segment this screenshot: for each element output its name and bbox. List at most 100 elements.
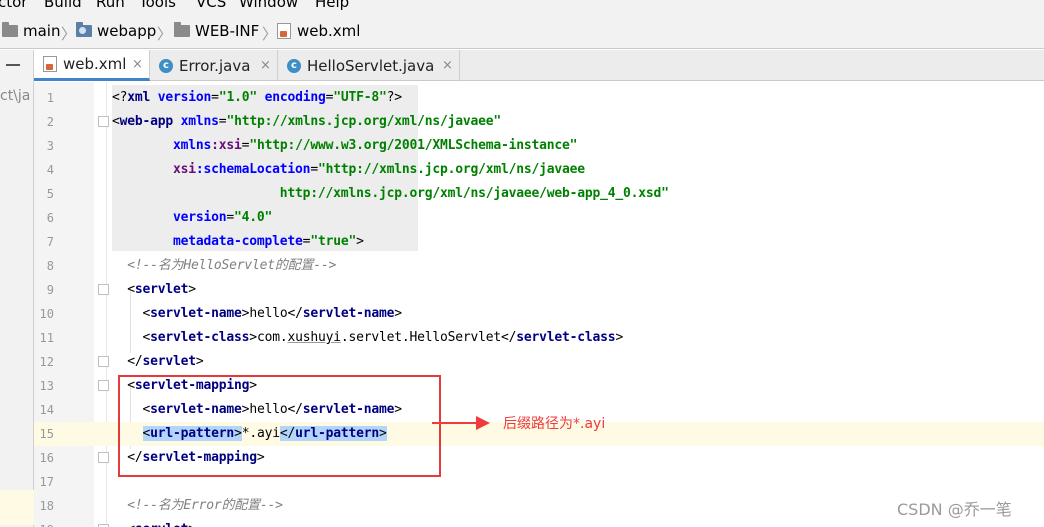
code-line[interactable]: 18 <!--名为Error的配置--> — [34, 494, 1044, 518]
line-number: 9 — [46, 283, 54, 297]
menu-tools[interactable]: Tools — [139, 0, 176, 11]
fold-marker-icon[interactable] — [98, 284, 109, 295]
code-line[interactable]: 7 metadata-complete="true"> — [34, 230, 1044, 254]
code-token: > — [188, 522, 196, 527]
code-line[interactable]: 4 xsi:schemaLocation="http://xmlns.jcp.o… — [34, 158, 1044, 182]
line-number: 4 — [46, 163, 54, 177]
fold-marker-icon[interactable] — [98, 116, 109, 127]
code-line[interactable]: 1 <?xml version="1.0" encoding="UTF-8"?> — [34, 86, 1044, 110]
code-line[interactable]: 9 <servlet> — [34, 278, 1044, 302]
code-text: <!--名为Error的配置--> — [112, 494, 283, 518]
tab-helloservlet-java[interactable]: c HelloServlet.java × — [278, 50, 460, 81]
code-token: servlet-class — [516, 330, 616, 345]
watermark: CSDN @乔一笔 — [897, 500, 1012, 519]
xml-file-icon — [277, 23, 291, 39]
code-line[interactable]: 6 version="4.0" — [34, 206, 1044, 230]
line-number: 2 — [46, 115, 54, 129]
code-token: web-app — [119, 114, 181, 129]
tab-error-java[interactable]: c Error.java × — [150, 50, 278, 81]
code-text: <web-app xmlns="http://xmlns.jcp.org/xml… — [112, 110, 501, 134]
code-token: </ — [501, 330, 517, 345]
menu-bar: ctor Build Run Tools VCS Window Help — [0, 0, 1044, 13]
code-token: > — [615, 330, 624, 345]
close-icon[interactable]: × — [260, 58, 271, 73]
code-token: :xsi — [211, 138, 242, 153]
code-token: <? — [112, 90, 128, 105]
code-token: > — [195, 354, 204, 369]
close-icon[interactable]: × — [132, 57, 143, 72]
code-token: <!--名为Error的配置--> — [112, 498, 283, 513]
line-number: 19 — [34, 518, 54, 527]
code-line[interactable]: 10 <servlet-name>hello</servlet-name> — [34, 302, 1044, 326]
breadcrumb-item-main[interactable]: main — [2, 13, 60, 49]
chevron-right-icon: 〉 — [262, 25, 278, 43]
code-token: xushuyi — [287, 330, 341, 345]
code-token: <!--名为HelloServlet的配置--> — [112, 258, 337, 273]
fold-marker-icon[interactable] — [98, 356, 109, 367]
code-text: xmlns:xsi="http://www.w3.org/2001/XMLSch… — [112, 134, 577, 158]
code-token: servlet-name — [150, 306, 242, 321]
code-token: </ — [287, 306, 303, 321]
line-number: 6 — [46, 211, 54, 225]
menu-window[interactable]: Window — [239, 0, 298, 11]
code-line[interactable]: 8 <!--名为HelloServlet的配置--> — [34, 254, 1044, 278]
editor-tab-bar: web.xml × c Error.java × c HelloServlet.… — [34, 50, 1044, 81]
code-token: xml — [127, 90, 158, 105]
fold-marker-icon[interactable] — [98, 452, 109, 463]
project-panel-edge: ct\ja — [0, 50, 34, 527]
tab-web-xml[interactable]: web.xml × — [34, 50, 150, 81]
code-token: servlet — [134, 282, 189, 297]
code-token: = — [211, 90, 219, 105]
code-line[interactable]: 3 xmlns:xsi="http://www.w3.org/2001/XMLS… — [34, 134, 1044, 158]
menu-run[interactable]: Run — [96, 0, 125, 11]
breadcrumb-item-web-inf[interactable]: WEB-INF — [174, 13, 259, 49]
code-token: "http://xmlns.jcp.org/xml/ns/javaee — [317, 162, 585, 177]
code-token: < — [112, 282, 135, 297]
close-icon[interactable]: × — [442, 58, 453, 73]
code-token: </ — [112, 354, 143, 369]
code-text: </servlet> — [112, 350, 204, 374]
code-token: ?> — [386, 90, 402, 105]
code-text: <servlet> — [112, 278, 196, 302]
code-text: metadata-complete="true"> — [112, 230, 364, 254]
code-line[interactable]: 19 <servlet> — [34, 518, 1044, 527]
folder-icon — [174, 22, 190, 37]
code-token: servlet-class — [150, 330, 250, 345]
xml-file-icon — [43, 56, 57, 72]
breadcrumb-item-webapp[interactable]: webapp — [76, 13, 156, 49]
menu-build[interactable]: Build — [44, 0, 82, 11]
code-token: "UTF-8" — [333, 90, 387, 105]
fold-marker-icon[interactable] — [98, 380, 109, 391]
annotation-arrow — [432, 422, 478, 424]
code-line[interactable]: 12 </servlet> — [34, 350, 1044, 374]
code-line[interactable]: 11 <servlet-class>com.xushuyi.servlet.He… — [34, 326, 1044, 350]
code-line[interactable]: 5 http://xmlns.jcp.org/xml/ns/javaee/web… — [34, 182, 1044, 206]
annotation-box — [118, 375, 441, 477]
minimize-icon[interactable] — [6, 64, 20, 66]
code-token: encoding — [264, 90, 326, 105]
menu-help[interactable]: Help — [315, 0, 349, 11]
web-folder-icon — [76, 22, 92, 37]
line-number: 15 — [39, 427, 54, 441]
line-number: 3 — [46, 139, 54, 153]
code-token: com. — [256, 330, 288, 345]
code-line[interactable]: 2 <web-app xmlns="http://xmlns.jcp.org/xm… — [34, 110, 1044, 134]
line-number: 17 — [39, 475, 54, 489]
line-number: 13 — [39, 379, 54, 393]
line-number: 7 — [46, 235, 54, 249]
line-number: 8 — [46, 259, 54, 273]
menu-vcs[interactable]: VCS — [196, 0, 226, 11]
code-token: servlet-name — [302, 306, 395, 321]
code-token: "http://xmlns.jcp.org/xml/ns/javaee" — [226, 114, 501, 129]
code-text: xsi:schemaLocation="http://xmlns.jcp.org… — [112, 158, 585, 182]
project-path-label: ct\ja — [0, 88, 31, 104]
menu-refactor[interactable]: ctor — [0, 0, 27, 11]
code-token: < — [112, 114, 120, 129]
code-token: servlet — [142, 354, 197, 369]
code-token: "true" — [310, 234, 357, 249]
breadcrumb-item-web-xml[interactable]: web.xml — [277, 13, 360, 49]
